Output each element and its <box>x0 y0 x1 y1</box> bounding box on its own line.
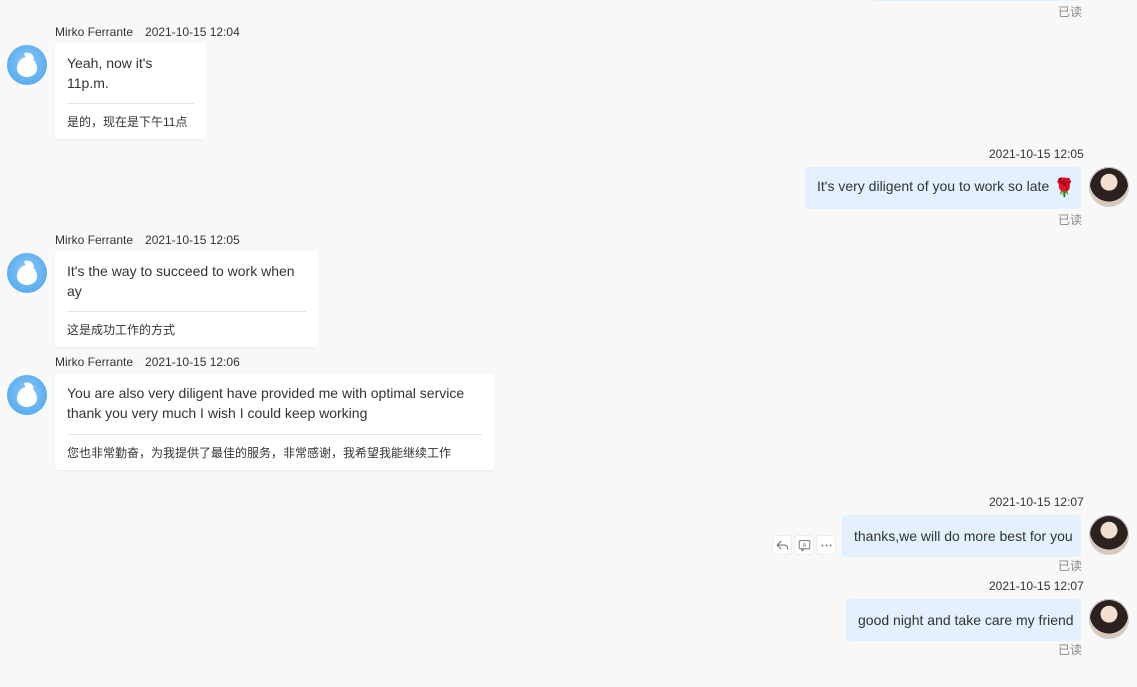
message-time: 2021-10-15 12:05 <box>989 147 1084 161</box>
contact-avatar-icon[interactable] <box>7 253 47 293</box>
read-status: 已读 <box>1058 5 1083 19</box>
message-meta: Mirko Ferrante 2021-10-15 12:04 <box>55 25 240 39</box>
outgoing-message-bubble[interactable]: It's very diligent of you to work so lat… <box>805 167 1081 210</box>
message-text: Yeah, now it's 11p.m. <box>67 55 153 91</box>
message-text-line: You are also very diligent have provided… <box>67 385 465 401</box>
user-avatar[interactable] <box>1089 515 1129 555</box>
contact-avatar-icon[interactable] <box>7 45 47 85</box>
translate-icon[interactable]: A <box>795 536 813 554</box>
message-meta: Mirko Ferrante 2021-10-15 12:06 <box>55 355 240 369</box>
previous-outgoing-bubble <box>873 0 1081 1</box>
message-time: 2021-10-15 12:07 <box>989 579 1084 593</box>
message-text: You are also very diligent have provided… <box>55 374 494 434</box>
message-time: 2021-10-15 12:04 <box>145 25 240 39</box>
user-avatar[interactable] <box>1089 599 1129 639</box>
more-icon[interactable] <box>817 536 835 554</box>
contact-avatar-icon[interactable] <box>7 375 47 415</box>
message-translation: 您也非常勤奋，为我提供了最佳的服务，非常感谢，我希望我能继续工作 <box>67 434 482 470</box>
message-text: good night and take care my friend <box>858 612 1074 628</box>
outgoing-message-bubble[interactable]: good night and take care my friend <box>846 599 1081 641</box>
sender-name: Mirko Ferrante <box>55 25 134 39</box>
message-time: 2021-10-15 12:06 <box>145 355 240 369</box>
incoming-message-bubble[interactable]: Yeah, now it's 11p.m. 是的，现在是下午11点 <box>55 43 206 139</box>
incoming-message-bubble[interactable]: It's the way to succeed to work when ay … <box>55 251 318 347</box>
user-avatar[interactable] <box>1089 167 1129 207</box>
sender-name: Mirko Ferrante <box>55 355 134 369</box>
incoming-message-bubble[interactable]: You are also very diligent have provided… <box>55 374 494 470</box>
message-time: 2021-10-15 12:07 <box>989 495 1084 509</box>
outgoing-message-bubble[interactable]: thanks,we will do more best for you <box>842 515 1081 557</box>
message-actions: A <box>773 536 835 554</box>
rose-emoji: 🌹 <box>1053 177 1076 198</box>
message-text-line: thank you very much I wish I could keep … <box>67 405 368 421</box>
read-status: 已读 <box>1058 559 1083 573</box>
read-status: 已读 <box>1058 213 1083 227</box>
reply-icon[interactable] <box>773 536 791 554</box>
sender-name: Mirko Ferrante <box>55 233 134 247</box>
message-text: It's very diligent of you to work so lat… <box>817 178 1050 194</box>
svg-text:A: A <box>802 543 806 549</box>
message-translation: 这是成功工作的方式 <box>67 311 306 347</box>
message-text: It's the way to succeed to work when ay <box>67 263 295 299</box>
message-time: 2021-10-15 12:05 <box>145 233 240 247</box>
read-status: 已读 <box>1058 643 1083 657</box>
message-translation: 是的，现在是下午11点 <box>67 103 194 139</box>
message-text: thanks,we will do more best for you <box>854 528 1073 544</box>
message-meta: Mirko Ferrante 2021-10-15 12:05 <box>55 233 240 247</box>
